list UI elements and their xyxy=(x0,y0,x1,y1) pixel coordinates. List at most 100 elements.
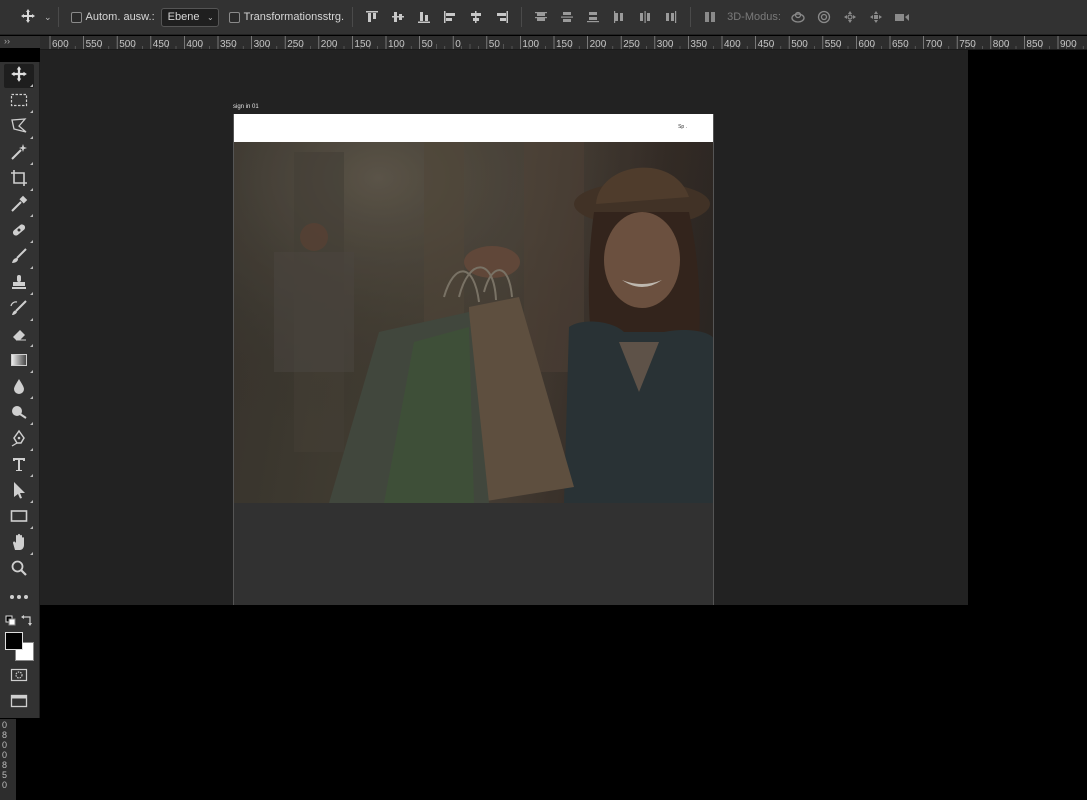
ruler-label: 200 xyxy=(590,39,607,49)
ruler-label: 0 xyxy=(2,750,8,760)
lasso-tool[interactable] xyxy=(4,116,34,140)
edit-toolbar-button[interactable] xyxy=(4,584,34,608)
type-tool[interactable] xyxy=(4,454,34,478)
artboard-canvas[interactable]: Sp . xyxy=(233,114,714,605)
dodge-icon xyxy=(10,403,28,426)
healing-brush-tool[interactable] xyxy=(4,220,34,244)
tool-preset-picker[interactable]: ⌄ xyxy=(20,8,52,27)
gradient-icon xyxy=(10,352,28,373)
panel-collapse-toggle[interactable]: ›› xyxy=(0,36,40,48)
hero-photo-shopping-woman xyxy=(234,142,713,503)
align-left-icon[interactable] xyxy=(437,6,463,28)
quick-mask-button[interactable] xyxy=(4,665,34,689)
clone-stamp-icon xyxy=(10,273,28,296)
layer-select[interactable]: Ebene ⌄ xyxy=(160,7,219,27)
ruler-label: 600 xyxy=(858,39,875,49)
zoom-tool[interactable] xyxy=(4,558,34,582)
hand-tool-icon xyxy=(10,533,28,556)
align-horizontal-center-icon[interactable] xyxy=(463,6,489,28)
ruler-label: 400 xyxy=(724,39,741,49)
transform-controls-checkbox[interactable]: Transformationsstrg. xyxy=(228,11,345,23)
move-tool-icon xyxy=(10,65,28,88)
ruler-label: 250 xyxy=(287,39,304,49)
distribute-horizontal-center-icon[interactable] xyxy=(632,6,658,28)
pen-tool-icon xyxy=(10,429,28,452)
ruler-label: 900 xyxy=(1060,39,1077,49)
divider xyxy=(690,7,692,27)
align-top-icon[interactable] xyxy=(359,6,385,28)
checkbox-box xyxy=(228,11,240,23)
dodge-tool[interactable] xyxy=(4,402,34,426)
artboard-label[interactable]: sign in 01 xyxy=(233,104,259,110)
ruler-label: 8 xyxy=(2,760,8,770)
brush-tool[interactable] xyxy=(4,246,34,270)
screen-mode-icon xyxy=(10,694,28,713)
swap-colors-icon[interactable] xyxy=(21,613,33,631)
foreground-color-swatch[interactable] xyxy=(5,632,23,650)
ruler-label: 550 xyxy=(86,39,103,49)
type-tool-icon xyxy=(10,455,28,478)
ruler-label: 450 xyxy=(758,39,775,49)
ruler-label: 50 xyxy=(489,39,501,49)
divider xyxy=(521,7,523,27)
pen-tool[interactable] xyxy=(4,428,34,452)
divider xyxy=(352,7,354,27)
auto-select-checkbox[interactable]: Autom. ausw.: xyxy=(70,11,155,23)
ruler-label: 500 xyxy=(119,39,136,49)
3d-slide-icon[interactable] xyxy=(863,6,889,28)
align-bottom-icon[interactable] xyxy=(411,6,437,28)
gradient-tool[interactable] xyxy=(4,350,34,374)
ruler-label: 700 xyxy=(926,39,943,49)
3d-roll-icon[interactable] xyxy=(811,6,837,28)
ruler-label: 550 xyxy=(825,39,842,49)
ruler-label: 100 xyxy=(522,39,539,49)
ruler-label: 300 xyxy=(254,39,271,49)
rectangle-tool[interactable] xyxy=(4,506,34,530)
ruler-label: 650 xyxy=(892,39,909,49)
ruler-label: 200 xyxy=(321,39,338,49)
distribute-bottom-icon[interactable] xyxy=(580,6,606,28)
distribute-vertical-center-icon[interactable] xyxy=(554,6,580,28)
history-brush-tool[interactable] xyxy=(4,298,34,322)
ruler-label: 500 xyxy=(791,39,808,49)
tools-panel xyxy=(0,62,40,718)
3d-pan-icon[interactable] xyxy=(837,6,863,28)
3d-mode-label: 3D-Modus: xyxy=(727,11,781,23)
distribute-left-icon[interactable] xyxy=(606,6,632,28)
ruler-label: 750 xyxy=(959,39,976,49)
3d-scale-icon[interactable] xyxy=(889,6,915,28)
clone-stamp-tool[interactable] xyxy=(4,272,34,296)
eyedropper-tool[interactable] xyxy=(4,194,34,218)
marquee-tool[interactable] xyxy=(4,90,34,114)
align-vertical-center-icon[interactable] xyxy=(385,6,411,28)
hand-tool[interactable] xyxy=(4,532,34,556)
healing-brush-icon xyxy=(10,221,28,244)
crop-tool[interactable] xyxy=(4,168,34,192)
ruler-label: 100 xyxy=(388,39,405,49)
align-right-icon[interactable] xyxy=(489,6,515,28)
default-colors-icon[interactable] xyxy=(5,614,17,632)
distribute-right-icon[interactable] xyxy=(658,6,684,28)
move-tool[interactable] xyxy=(4,64,34,88)
ruler-label: 350 xyxy=(220,39,237,49)
path-selection-icon xyxy=(10,481,28,504)
artboard-header-strip: Sp . xyxy=(234,114,713,142)
ruler-label: 0 xyxy=(2,720,8,730)
blur-tool[interactable] xyxy=(4,376,34,400)
transform-controls-label: Transformationsstrg. xyxy=(243,11,345,23)
move-icon xyxy=(20,8,36,27)
eraser-icon xyxy=(10,325,28,348)
3d-orbit-icon[interactable] xyxy=(785,6,811,28)
distribute-top-icon[interactable] xyxy=(528,6,554,28)
horizontal-ruler: 600 550 500 450 400 350 300 250 200 150 100 50 0 50 10… xyxy=(40,36,1087,50)
magic-wand-icon xyxy=(10,143,28,166)
path-selection-tool[interactable] xyxy=(4,480,34,504)
eraser-tool[interactable] xyxy=(4,324,34,348)
options-bar: ⌄ Autom. ausw.: Ebene ⌄ Transformationss… xyxy=(0,0,1087,35)
auto-align-icon[interactable] xyxy=(697,6,723,28)
layer-select-value: Ebene xyxy=(167,11,200,23)
screen-mode-button[interactable] xyxy=(4,691,34,715)
chevron-down-icon: ⌄ xyxy=(44,11,52,22)
magic-wand-tool[interactable] xyxy=(4,142,34,166)
marquee-tool-icon xyxy=(10,92,28,113)
